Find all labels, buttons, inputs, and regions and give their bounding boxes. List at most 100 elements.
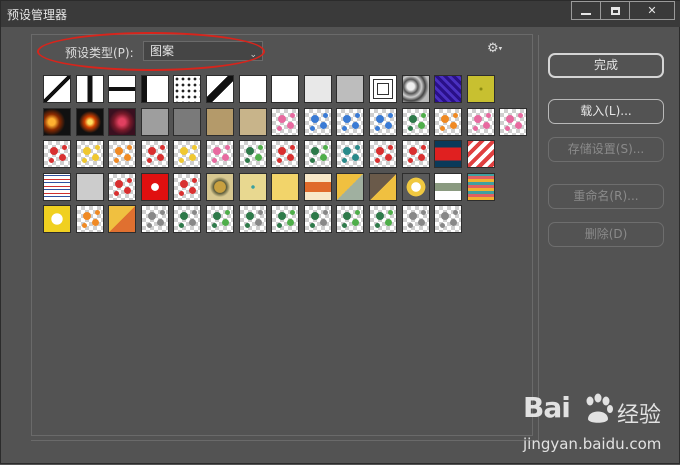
pattern-swatch-red-floral[interactable]: [271, 140, 300, 169]
pattern-swatch-horizontal-bar[interactable]: [108, 75, 137, 103]
pattern-motif: [376, 212, 384, 221]
pattern-swatch-red-glow[interactable]: [108, 107, 137, 136]
pattern-swatch-waves[interactable]: [43, 172, 71, 201]
pattern-motif: [309, 158, 315, 164]
pattern-swatch-yellow-cubes[interactable]: [336, 172, 365, 201]
pattern-motif: [319, 121, 327, 129]
pattern-swatch-floral-scatter[interactable]: [140, 205, 169, 234]
pattern-motif: [441, 114, 450, 123]
pattern-swatch-dots[interactable]: [173, 75, 202, 103]
pattern-swatch-red-dots[interactable]: [401, 140, 430, 169]
pattern-swatch-brown-cubes[interactable]: [369, 172, 397, 201]
pattern-motif: [506, 114, 515, 123]
preset-type-select[interactable]: 图案 ⌄: [143, 41, 263, 61]
pattern-swatch-red-floral[interactable]: [369, 140, 397, 169]
pattern-motif: [408, 212, 417, 221]
pattern-swatch-pink-floral[interactable]: [206, 140, 234, 169]
baidu-logo-text: Bai: [523, 391, 571, 424]
delete-button[interactable]: 删除(D): [548, 222, 664, 247]
pattern-swatch-green-floral[interactable]: [369, 205, 397, 234]
pattern-swatch-blue-butterfly[interactable]: [336, 107, 365, 136]
pattern-swatch-stripes[interactable]: [434, 172, 463, 201]
gear-icon: ⚙: [487, 41, 499, 56]
pattern-motif: [310, 114, 319, 123]
pattern-swatch-marble[interactable]: [401, 75, 430, 103]
pattern-swatch-blue-stripe[interactable]: [75, 172, 104, 201]
pattern-swatch-white[interactable]: [238, 75, 267, 103]
pattern-swatch-red-butterfly[interactable]: [140, 140, 169, 169]
pattern-swatch-green-lattice[interactable]: [271, 205, 300, 234]
pattern-swatch-vertical-bar[interactable]: [75, 75, 104, 103]
load-button[interactable]: 载入(L)...: [548, 99, 664, 124]
minimize-button[interactable]: [571, 1, 601, 20]
pattern-swatch-yellow-diamond[interactable]: [401, 172, 430, 201]
pattern-swatch-zigzag[interactable]: [466, 172, 495, 201]
pattern-swatch-red-grid[interactable]: [108, 172, 137, 201]
pattern-motif: [407, 125, 413, 131]
pattern-swatch-tree[interactable]: [303, 205, 332, 234]
save-set-button[interactable]: 存储设置(S)...: [548, 137, 664, 162]
pattern-swatch-red-squares[interactable]: [434, 140, 463, 169]
pattern-swatch-beige-texture[interactable]: [238, 107, 267, 136]
pattern-swatch-red-star[interactable]: [140, 172, 169, 201]
pattern-swatch-yellow-solid[interactable]: [271, 172, 300, 201]
pattern-swatch-green-floral[interactable]: [336, 205, 365, 234]
pattern-motif: [91, 154, 99, 162]
pattern-swatch-red-floral[interactable]: [173, 172, 202, 201]
pattern-swatch-orange-floral[interactable]: [108, 140, 137, 169]
close-button[interactable]: ✕: [629, 1, 675, 20]
pattern-swatch-gold-circles[interactable]: [206, 172, 234, 201]
pattern-swatch-pink-butterfly[interactable]: [499, 107, 528, 136]
pattern-motif: [59, 154, 66, 162]
pattern-swatch-tan-texture[interactable]: [206, 107, 234, 136]
done-button[interactable]: 完成: [548, 53, 664, 78]
pattern-swatch-purple-waves[interactable]: [434, 75, 463, 103]
pattern-swatch-dark-gray[interactable]: [173, 107, 202, 136]
pattern-swatch-yellow-floral[interactable]: [173, 140, 202, 169]
pattern-swatch-orange-diamonds[interactable]: [303, 172, 332, 201]
pattern-swatch-diagonal-line[interactable]: [43, 75, 71, 103]
pattern-motif: [82, 212, 91, 221]
pattern-swatch-red-floral[interactable]: [43, 140, 71, 169]
pattern-swatch-checker[interactable]: [434, 205, 463, 234]
pattern-swatch-light-noise[interactable]: [303, 75, 332, 103]
pattern-motif: [322, 145, 328, 151]
pattern-swatch-vine[interactable]: [238, 205, 267, 234]
pattern-swatch-leaf-scatter[interactable]: [173, 205, 202, 234]
pattern-swatch-yellow-star[interactable]: [43, 205, 71, 234]
pattern-swatch-green-floral[interactable]: [401, 107, 430, 136]
pattern-swatch-triangle-grid[interactable]: [108, 205, 137, 234]
pattern-swatch-diagonal-steps[interactable]: [206, 75, 234, 103]
baidu-jingyan-text: 经验: [617, 403, 662, 428]
pattern-swatch-yellow-butterfly[interactable]: [75, 140, 104, 169]
settings-menu-button[interactable]: ⚙▾: [487, 41, 502, 56]
pattern-swatch-yellow-texture[interactable]: [466, 75, 495, 103]
pattern-swatch-concentric-squares[interactable]: [369, 75, 397, 103]
pattern-swatch-teal-anchor[interactable]: [336, 140, 365, 169]
pattern-swatch-chevron[interactable]: [466, 140, 495, 169]
pattern-swatch-green-floral[interactable]: [238, 140, 267, 169]
pattern-swatch-fire-1[interactable]: [43, 107, 71, 136]
pattern-swatch-green-leaves[interactable]: [206, 205, 234, 234]
pattern-swatch-gray[interactable]: [140, 107, 169, 136]
pattern-motif: [244, 223, 250, 229]
maximize-button[interactable]: [600, 1, 630, 20]
pattern-swatch-blue-butterfly[interactable]: [303, 107, 332, 136]
pattern-motif: [376, 114, 384, 123]
pattern-motif: [375, 223, 380, 229]
pattern-swatch-gray-noise[interactable]: [336, 75, 365, 103]
rename-button[interactable]: 重命名(R)...: [548, 184, 664, 209]
pattern-motif: [115, 147, 124, 156]
pattern-swatch-fire-2[interactable]: [75, 107, 104, 136]
pattern-swatch-pink-floral[interactable]: [466, 107, 495, 136]
pattern-swatch-green-butterfly[interactable]: [303, 140, 332, 169]
pattern-swatch-floral-wreath[interactable]: [401, 205, 430, 234]
pattern-swatch-white[interactable]: [271, 75, 300, 103]
pattern-swatch-orange-butterfly[interactable]: [434, 107, 463, 136]
pattern-swatch-pink-flower[interactable]: [271, 107, 300, 136]
pattern-swatch-orange-lattice[interactable]: [75, 205, 104, 234]
pattern-motif: [189, 219, 197, 227]
pattern-swatch-corner-block[interactable]: [140, 75, 169, 103]
pattern-swatch-blue-floral[interactable]: [369, 107, 397, 136]
pattern-swatch-yellow-dots[interactable]: [238, 172, 267, 201]
